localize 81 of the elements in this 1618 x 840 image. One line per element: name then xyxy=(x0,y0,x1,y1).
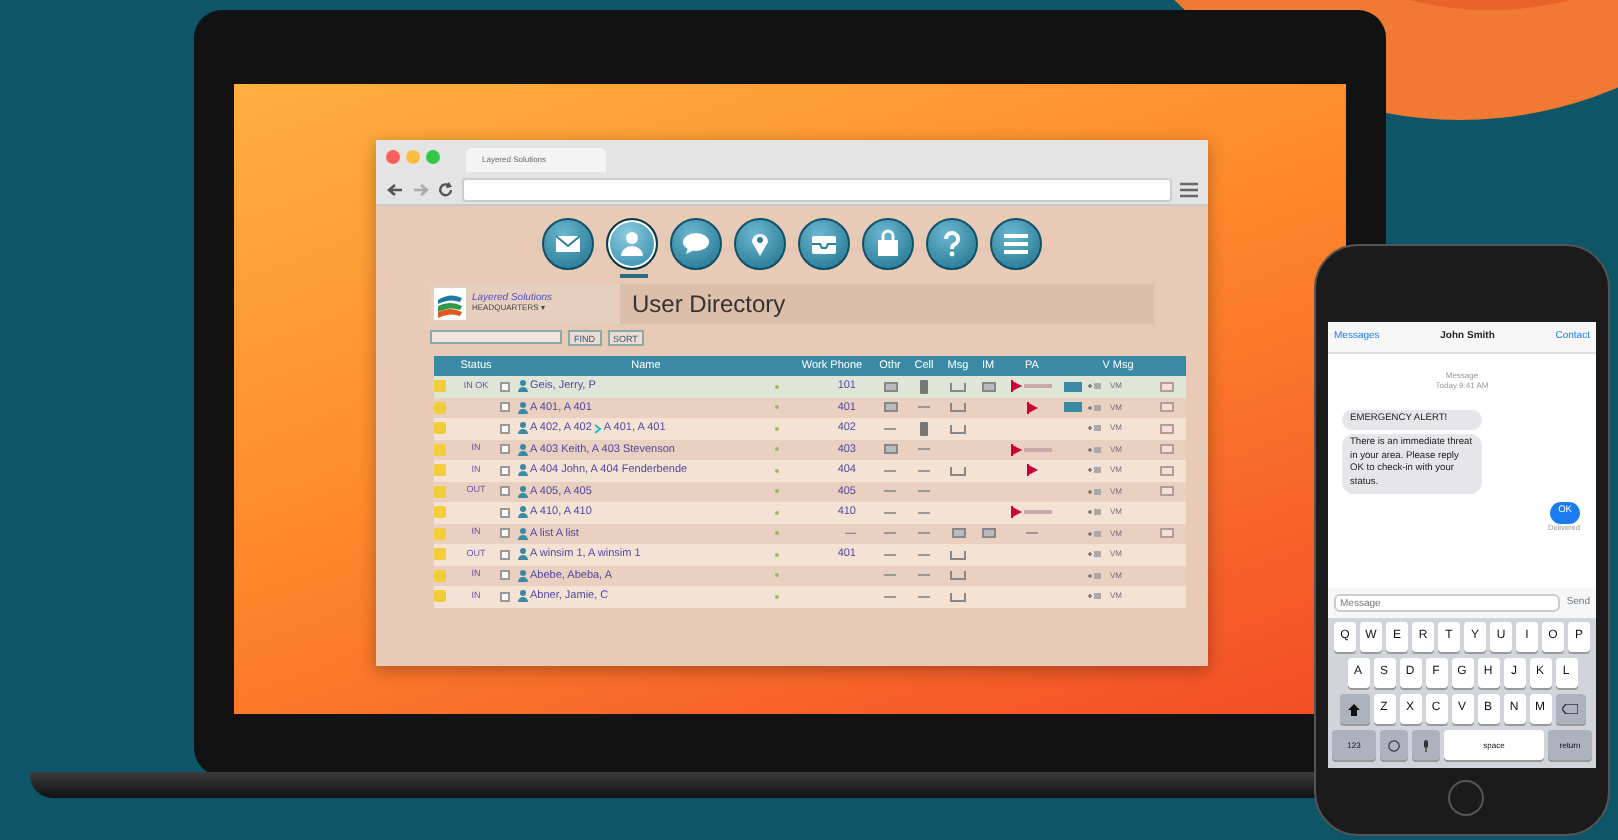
dash-mark xyxy=(918,553,930,556)
delete-key[interactable] xyxy=(1555,694,1585,724)
toolbar-button[interactable] xyxy=(670,218,722,270)
device-icon xyxy=(981,528,995,539)
dash-mark xyxy=(884,595,896,598)
dot-icon xyxy=(774,467,780,474)
dot-icon xyxy=(774,593,780,600)
checkbox[interactable] xyxy=(500,549,510,560)
dash-mark xyxy=(918,448,930,451)
cell-phone-icon xyxy=(920,421,928,436)
microphone-icon xyxy=(1422,739,1430,751)
dot-icon xyxy=(774,383,780,390)
person-icon xyxy=(518,464,528,477)
checkbox[interactable] xyxy=(500,465,510,476)
checkbox[interactable] xyxy=(500,402,510,413)
dash-mark xyxy=(918,511,930,514)
emoji-key[interactable] xyxy=(1380,730,1408,760)
toolbar-button[interactable] xyxy=(734,218,786,270)
checkbox[interactable] xyxy=(500,570,510,581)
dash-mark xyxy=(1026,532,1038,535)
page-title: User Directory xyxy=(630,288,786,322)
dash-mark xyxy=(918,532,930,535)
dash-mark xyxy=(884,553,896,556)
dash-mark xyxy=(884,469,896,472)
person-icon xyxy=(518,590,528,603)
device-icon xyxy=(951,528,965,539)
device-icon xyxy=(883,444,897,455)
dash-mark xyxy=(884,574,896,577)
toolbar-button[interactable] xyxy=(542,218,594,270)
checkbox[interactable] xyxy=(500,381,510,392)
toolbar-button[interactable] xyxy=(990,218,1042,270)
person-icon xyxy=(518,380,528,393)
dot-icon xyxy=(774,425,780,432)
person-icon xyxy=(518,527,528,540)
backspace-icon xyxy=(1562,704,1578,714)
toolbar-button[interactable] xyxy=(862,218,914,270)
dash-mark xyxy=(918,574,930,577)
search-field[interactable] xyxy=(430,330,562,344)
tray-icon xyxy=(950,465,966,476)
dash-mark xyxy=(918,490,930,493)
shift-key[interactable] xyxy=(1339,694,1369,724)
dot-icon xyxy=(774,488,780,495)
dash-mark xyxy=(918,406,930,409)
checkbox[interactable] xyxy=(500,591,510,602)
forward-arrow-icon[interactable] xyxy=(412,181,430,197)
dot-icon xyxy=(774,551,780,558)
dot-icon xyxy=(774,446,780,453)
menu-icon[interactable] xyxy=(1180,181,1198,197)
checkbox[interactable] xyxy=(500,444,510,455)
checkbox[interactable] xyxy=(500,528,510,539)
cell-phone-icon xyxy=(920,379,928,394)
logo-icon xyxy=(434,288,466,320)
checkbox[interactable] xyxy=(500,507,510,518)
dot-icon xyxy=(774,509,780,516)
person-icon xyxy=(518,443,528,456)
microphone-key[interactable] xyxy=(1412,730,1440,760)
back-arrow-icon[interactable] xyxy=(386,181,404,197)
person-icon xyxy=(518,485,528,498)
home-button[interactable] xyxy=(1448,780,1484,816)
dash-mark xyxy=(918,595,930,598)
dash-mark xyxy=(884,427,896,430)
person-icon xyxy=(518,548,528,561)
toolbar-button[interactable] xyxy=(926,218,978,270)
shift-arrow-icon xyxy=(1348,703,1360,715)
person-icon xyxy=(518,401,528,414)
checkbox[interactable] xyxy=(500,423,510,434)
chevron-icon xyxy=(593,423,602,434)
person-icon xyxy=(518,506,528,519)
dash-mark xyxy=(884,532,896,535)
person-icon xyxy=(518,569,528,582)
toolbar-button[interactable] xyxy=(798,218,850,270)
dot-icon xyxy=(774,404,780,411)
checkbox[interactable] xyxy=(500,486,510,497)
reload-icon[interactable] xyxy=(438,181,454,197)
person-icon xyxy=(518,422,528,435)
dot-icon xyxy=(774,572,780,579)
dash-mark xyxy=(884,490,896,493)
dash-mark xyxy=(918,469,930,472)
device-icon xyxy=(981,381,995,392)
dot-icon xyxy=(774,530,780,537)
dash-mark xyxy=(884,511,896,514)
